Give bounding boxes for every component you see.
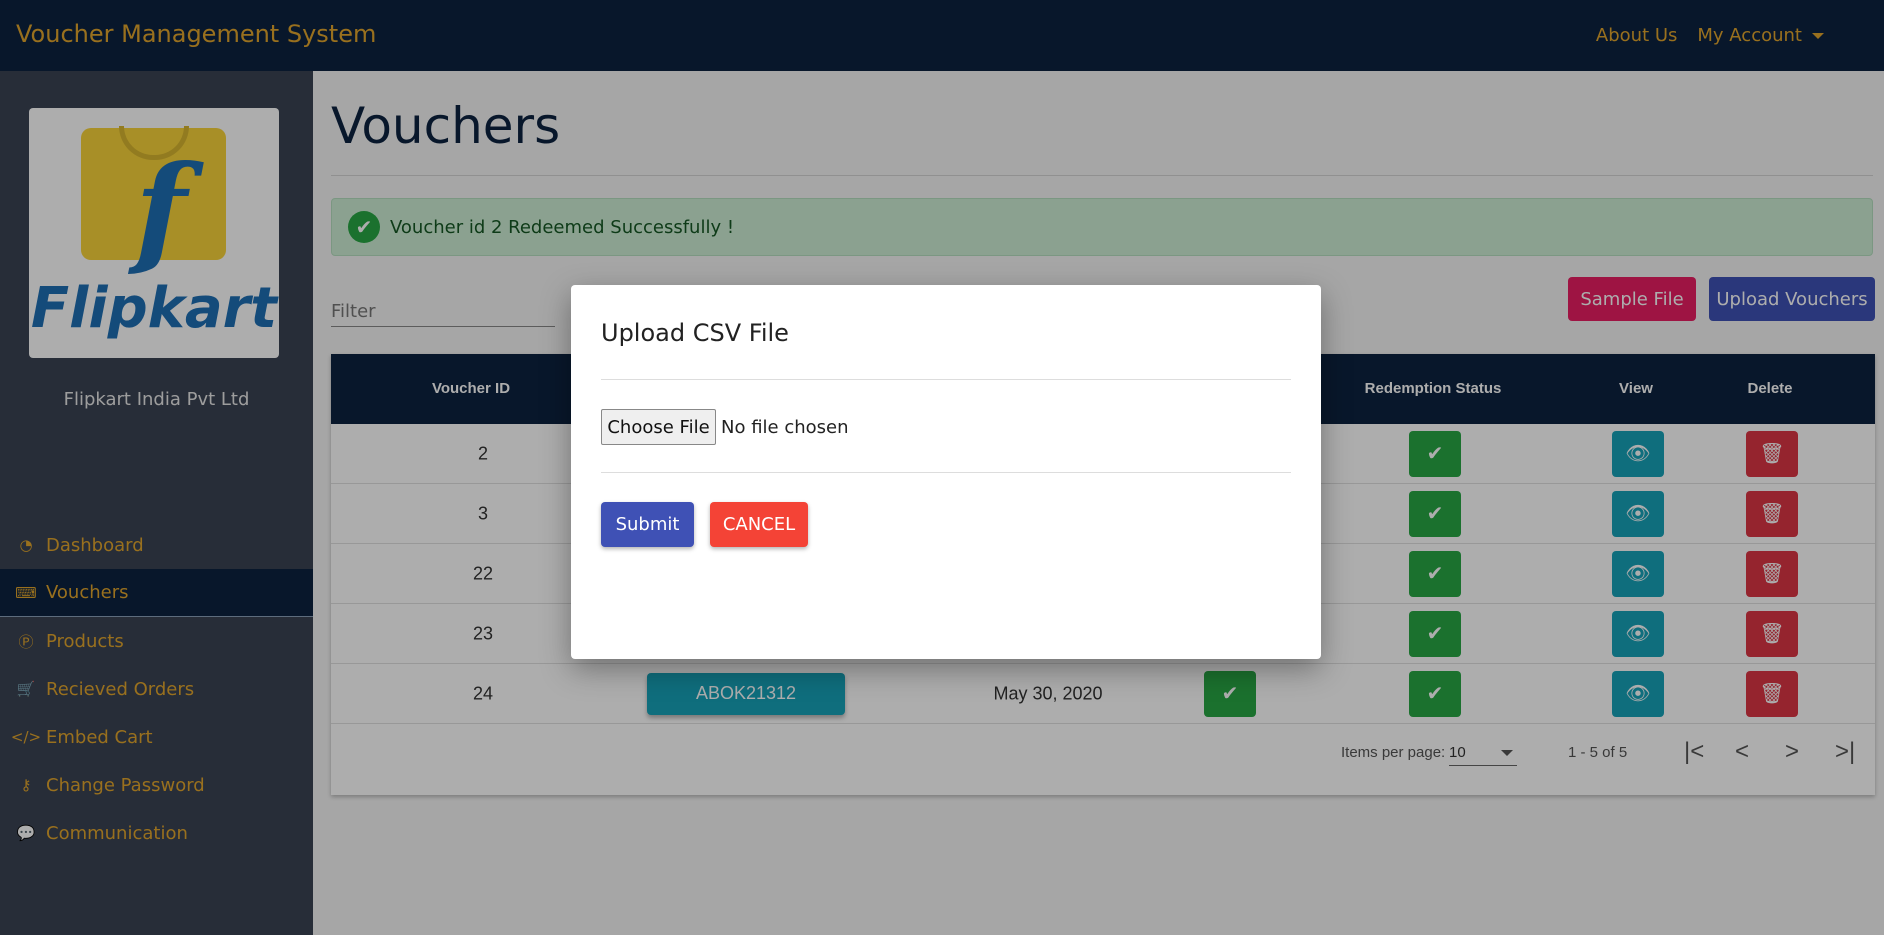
dialog-divider bbox=[601, 379, 1291, 380]
upload-csv-dialog: Upload CSV File Choose File No file chos… bbox=[571, 285, 1321, 659]
cancel-button[interactable]: CANCEL bbox=[710, 502, 808, 547]
dialog-divider bbox=[601, 472, 1291, 473]
dialog-title: Upload CSV File bbox=[601, 319, 789, 347]
submit-button[interactable]: Submit bbox=[601, 502, 694, 547]
file-status-text: No file chosen bbox=[721, 417, 849, 438]
choose-file-button[interactable]: Choose File bbox=[601, 409, 716, 445]
